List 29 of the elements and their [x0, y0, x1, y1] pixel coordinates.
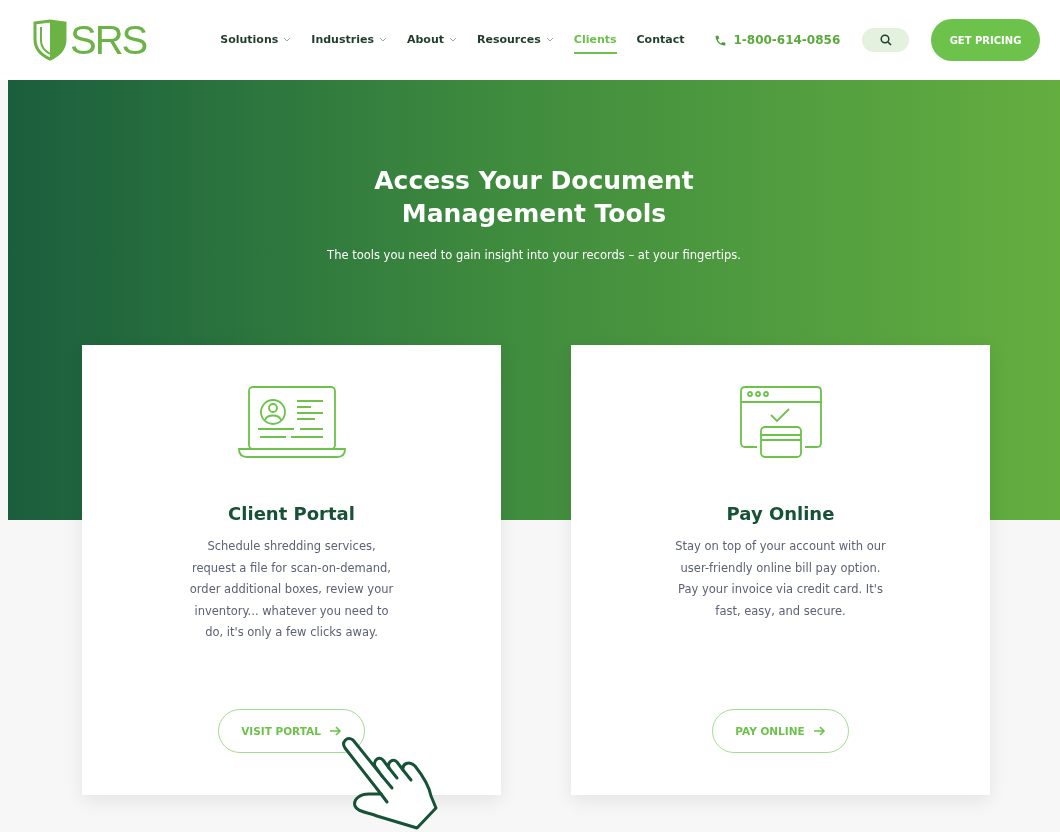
hero-title: Access Your Document Management Tools [373, 165, 695, 230]
logo-wordmark[interactable]: SRS [70, 17, 147, 63]
nav-link[interactable]: About [406, 26, 457, 54]
browser-card-icon [738, 385, 823, 459]
chevron-down-icon [283, 36, 292, 42]
search-button[interactable] [862, 28, 909, 52]
nav-link[interactable]: Resources [477, 26, 554, 54]
nav-link[interactable]: Solutions [220, 26, 292, 54]
chevron-down-icon [378, 36, 387, 42]
hero-subtitle: The tools you need to gain insight into your records – at your fingertips. [327, 248, 741, 262]
chevron-down-icon [545, 36, 554, 42]
card-title: Client Portal [228, 503, 355, 524]
card-button[interactable]: PAY ONLINE [712, 709, 849, 753]
arrow-right-icon [328, 726, 342, 736]
phone-link[interactable]: 1-800-614-0856 [733, 33, 841, 47]
card-title: Pay Online [726, 503, 835, 524]
arrow-right-icon [812, 726, 826, 736]
phone-icon [714, 33, 728, 47]
get-pricing-button[interactable]: GET PRICING [931, 19, 1040, 61]
card-button[interactable]: VISIT PORTAL [218, 709, 365, 753]
laptop-profile-icon [236, 385, 347, 459]
card-description: Schedule shredding services, request a file for scan-on-demand, order additional boxes, review your inventory... whatever you need to do, it's only a few clicks away. [188, 538, 395, 641]
shield-logo-icon [32, 19, 68, 61]
nav-link[interactable]: Industries [311, 26, 387, 54]
search-icon [879, 34, 892, 46]
chevron-down-icon [449, 36, 457, 42]
nav-link[interactable]: Contact [636, 26, 685, 54]
nav-link[interactable]: Clients [573, 26, 617, 54]
card-description: Stay on top of your account with our user-friendly online bill pay option. Pay your invoice via credit card. It's fast, easy, and secure. [674, 538, 887, 620]
